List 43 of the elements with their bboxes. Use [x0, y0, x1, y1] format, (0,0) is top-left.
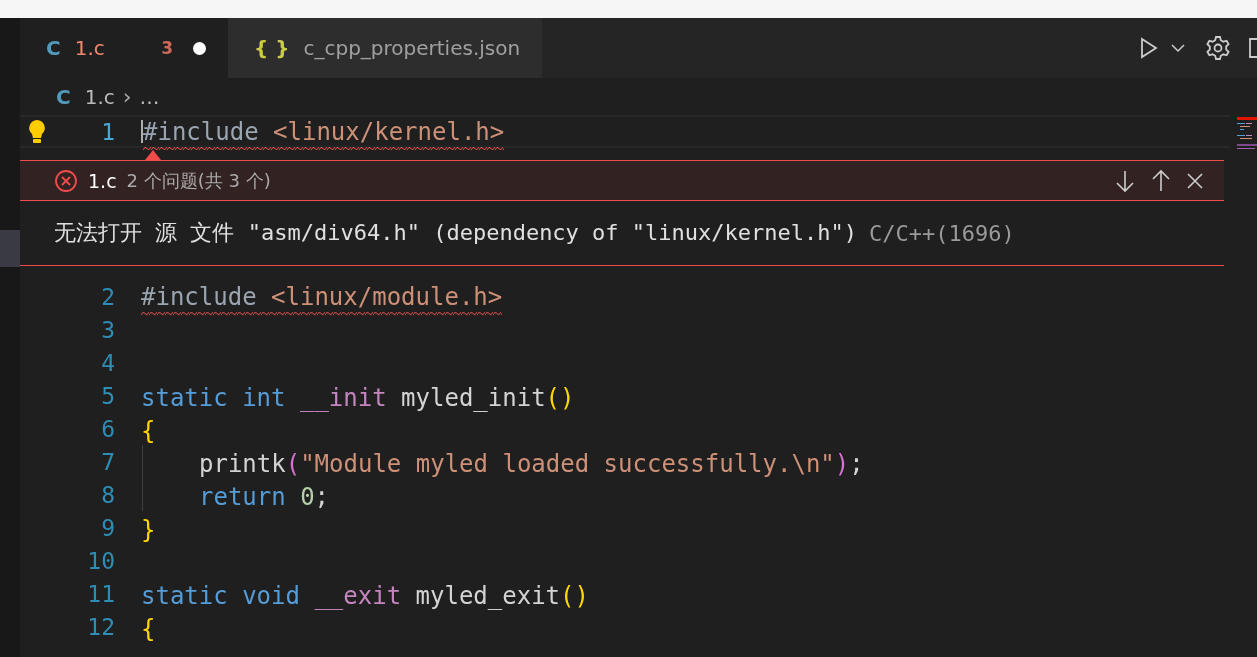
- line-number: 2: [101, 283, 115, 310]
- line-number: 3: [101, 316, 115, 343]
- code-line: static void __exit myled_exit(): [141, 582, 589, 610]
- file-type-icon: C: [46, 36, 61, 60]
- chevron-down-icon[interactable]: [1171, 43, 1185, 53]
- error-icon: [54, 168, 78, 193]
- settings-icon[interactable]: [1205, 35, 1231, 61]
- editor-tab[interactable]: C 1.c 3: [20, 18, 228, 78]
- arrow-up-icon[interactable]: [1150, 168, 1172, 193]
- run-icon[interactable]: [1139, 36, 1159, 60]
- problem-count: 2 个问题(共 3 个): [126, 168, 271, 193]
- split-editor-icon[interactable]: [1247, 36, 1257, 60]
- line-number: 9: [101, 514, 115, 541]
- code-line: static int __init myled_init(): [141, 384, 575, 412]
- code-line: }: [141, 516, 156, 544]
- editor-tab[interactable]: { } c_cpp_properties.json: [228, 18, 543, 78]
- line-number: 7: [101, 448, 115, 475]
- code-line: #include <linux/module.h>: [141, 282, 503, 311]
- code-line: {: [141, 417, 156, 445]
- lightbulb-icon[interactable]: [27, 119, 47, 145]
- close-icon[interactable]: [1186, 171, 1204, 190]
- breadcrumb-item[interactable]: …: [139, 84, 160, 109]
- line-number: 8: [101, 481, 115, 508]
- text-cursor: [141, 120, 143, 143]
- line-number: 11: [87, 580, 115, 607]
- error-message: 无法打开 源 文件 "asm/div64.h" (dependency of "linux/kernel.h"): [54, 219, 857, 247]
- line-number: 5: [101, 382, 115, 409]
- code-line: return 0;: [199, 483, 330, 511]
- error-source: C/C++(1696): [869, 220, 1015, 246]
- code-line: {: [141, 615, 156, 643]
- peek-file-name: 1.c: [88, 169, 117, 192]
- c-file-icon: C: [56, 84, 71, 109]
- arrow-down-icon[interactable]: [1114, 168, 1136, 193]
- line-number: 1: [101, 118, 115, 145]
- code-line: #include <linux/kernel.h>: [143, 117, 505, 146]
- line-number: 12: [87, 613, 115, 640]
- breadcrumb-separator: ›: [122, 84, 132, 109]
- line-number: 6: [101, 415, 115, 442]
- file-type-icon: { }: [254, 36, 290, 60]
- code-line: printk("Module myled loaded successfully.\n");: [199, 450, 864, 478]
- breadcrumb-item[interactable]: 1.c: [84, 84, 115, 109]
- line-number: 10: [87, 547, 115, 574]
- line-number: 4: [101, 349, 115, 376]
